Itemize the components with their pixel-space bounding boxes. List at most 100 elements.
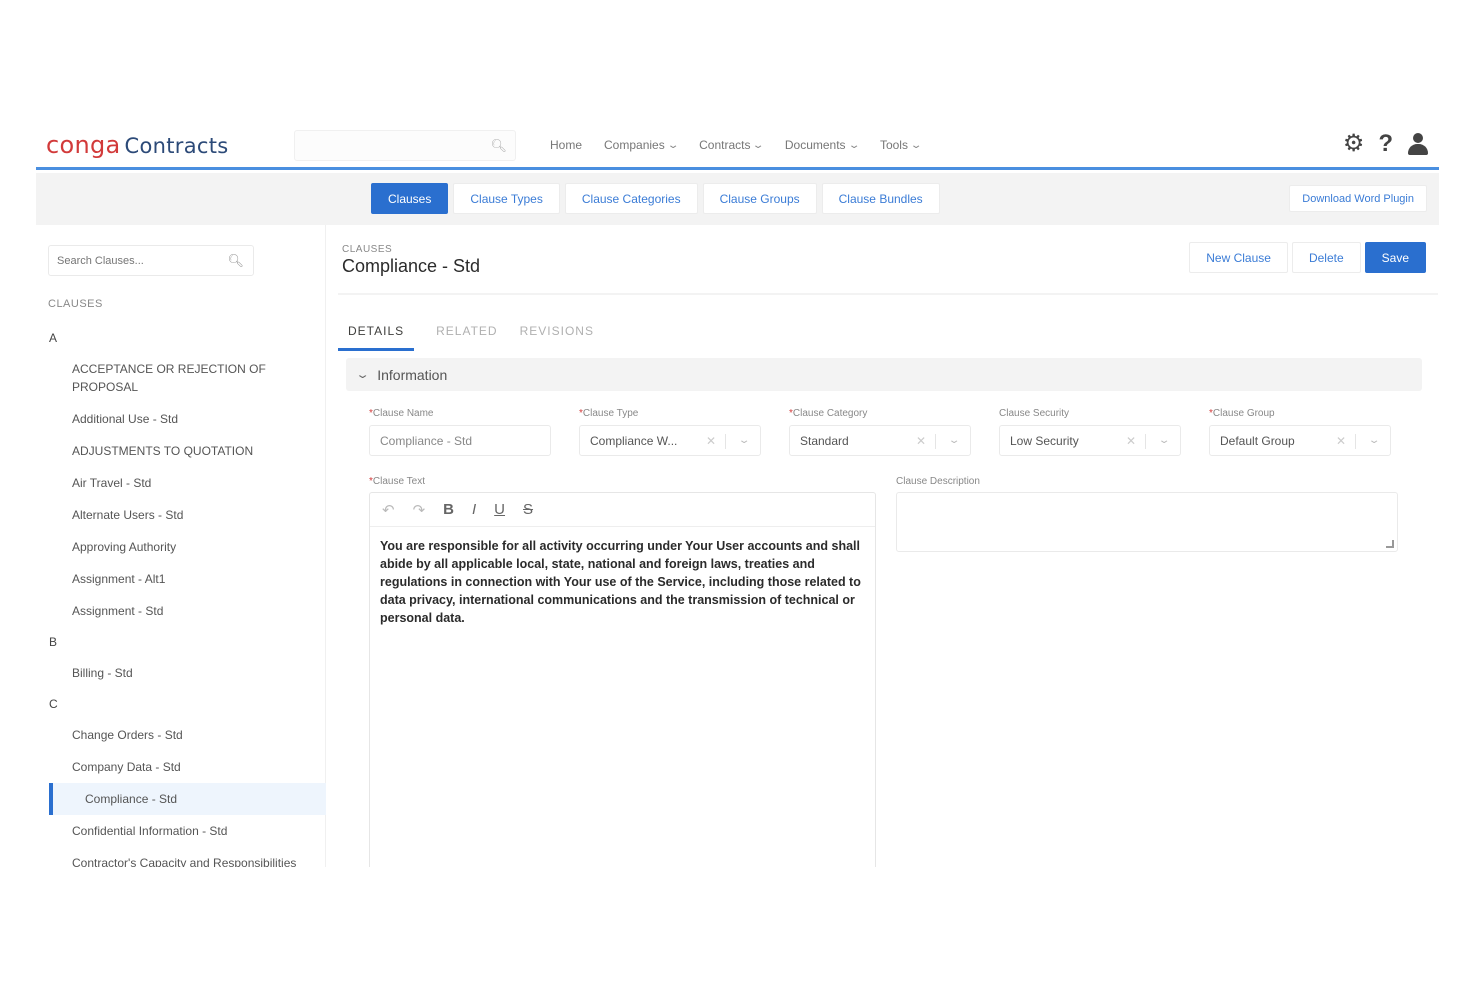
select-value: Compliance W... bbox=[590, 433, 678, 448]
clause-description-label-wrap: Clause Description bbox=[896, 476, 980, 493]
tab-details[interactable]: DETAILS bbox=[338, 324, 415, 351]
global-search-input[interactable]: 🔍︎ bbox=[294, 130, 516, 161]
chevron-down-icon: ⌄ bbox=[752, 139, 765, 151]
subtab-clause-bundles[interactable]: Clause Bundles bbox=[821, 183, 940, 214]
clause-type-select[interactable]: Compliance W... ✕ ⌄ bbox=[579, 425, 761, 456]
detail-tabs: DETAILS RELATED REVISIONS bbox=[338, 324, 594, 351]
letter-heading: C bbox=[49, 697, 58, 711]
information-section-header[interactable]: ⌄ Information bbox=[346, 358, 1422, 391]
nav-home[interactable]: Home bbox=[550, 138, 582, 152]
search-icon[interactable]: 🔍︎ bbox=[227, 253, 244, 269]
logo[interactable]: conga Contracts bbox=[46, 131, 229, 160]
subtab-clause-groups[interactable]: Clause Groups bbox=[702, 183, 817, 214]
clause-list-item[interactable]: Air Travel - Std bbox=[36, 467, 326, 499]
record-actions: New Clause Delete Save bbox=[1189, 242, 1426, 273]
nav-contracts[interactable]: Contracts ⌄ bbox=[699, 138, 765, 152]
field-label: Clause Description bbox=[896, 476, 980, 487]
clause-group-select[interactable]: Default Group ✕ ⌄ bbox=[1209, 425, 1391, 456]
clause-list-item[interactable]: Company Data - Std bbox=[36, 751, 326, 783]
tab-related[interactable]: RELATED bbox=[436, 324, 497, 351]
user-icon[interactable] bbox=[1407, 132, 1429, 156]
clause-list-item-selected[interactable]: Compliance - Std bbox=[49, 783, 326, 815]
subtab-clause-types[interactable]: Clause Types bbox=[453, 183, 560, 214]
resize-handle-icon[interactable] bbox=[1386, 540, 1394, 548]
clause-name-field: *Clause Name Compliance - Std bbox=[369, 408, 551, 456]
new-clause-button[interactable]: New Clause bbox=[1189, 242, 1288, 273]
underline-icon[interactable]: U bbox=[494, 501, 505, 518]
search-icon[interactable]: 🔍︎ bbox=[490, 138, 507, 154]
chevron-down-icon[interactable]: ⌄ bbox=[738, 435, 751, 446]
field-label: *Clause Type bbox=[579, 408, 639, 419]
clear-icon[interactable]: ✕ bbox=[706, 434, 716, 448]
gear-icon[interactable]: ⚙ bbox=[1343, 132, 1365, 156]
chevron-down-icon[interactable]: ⌄ bbox=[948, 435, 961, 446]
letter-heading: A bbox=[49, 331, 58, 345]
subtabs: Clauses Clause Types Clause Categories C… bbox=[371, 183, 940, 214]
clause-search-input[interactable] bbox=[49, 246, 219, 275]
separator bbox=[1145, 434, 1146, 449]
bold-icon[interactable]: B bbox=[443, 501, 454, 518]
nav-companies[interactable]: Companies ⌄ bbox=[604, 138, 679, 152]
sidebar-title: CLAUSES bbox=[48, 298, 103, 310]
nav-documents[interactable]: Documents ⌄ bbox=[784, 138, 861, 152]
field-label: Clause Security bbox=[999, 408, 1070, 419]
nav-tools[interactable]: Tools ⌄ bbox=[879, 138, 923, 152]
save-button[interactable]: Save bbox=[1364, 242, 1426, 273]
clause-list-item[interactable]: Billing - Std bbox=[36, 657, 326, 689]
clause-list-item[interactable]: Assignment - Std bbox=[36, 595, 326, 627]
clause-category-select[interactable]: Standard ✕ ⌄ bbox=[789, 425, 971, 456]
clause-list-item[interactable]: Contractor's Capacity and Responsibiliti… bbox=[36, 847, 326, 867]
select-value: Standard bbox=[800, 433, 849, 448]
clause-list-item[interactable]: Assignment - Alt1 bbox=[36, 563, 326, 595]
clause-detail: CLAUSES Compliance - Std New Clause Dele… bbox=[326, 225, 1439, 867]
nav-label: Companies bbox=[604, 138, 665, 152]
subtab-clause-categories[interactable]: Clause Categories bbox=[564, 183, 698, 214]
chevron-down-icon: ⌄ bbox=[847, 139, 861, 151]
chevron-down-icon[interactable]: ⌄ bbox=[1158, 435, 1171, 446]
delete-button[interactable]: Delete bbox=[1291, 242, 1361, 273]
italic-icon[interactable]: I bbox=[472, 501, 476, 518]
clause-list-item[interactable]: Approving Authority bbox=[36, 531, 326, 563]
nav-label: Documents bbox=[784, 138, 846, 152]
field-label: *Clause Category bbox=[789, 408, 868, 419]
clause-list-item[interactable]: ACCEPTANCE OR REJECTION OF PROPOSAL bbox=[36, 353, 326, 403]
undo-icon[interactable]: ↶ bbox=[382, 501, 395, 519]
main-nav: Home Companies ⌄ Contracts ⌄ Documents ⌄ To… bbox=[550, 138, 923, 152]
subtab-clauses[interactable]: Clauses bbox=[371, 183, 449, 214]
clause-list-item[interactable]: Change Orders - Std bbox=[36, 719, 326, 751]
clause-list: A ACCEPTANCE OR REJECTION OF PROPOSAL Ad… bbox=[36, 323, 326, 867]
field-label: *Clause Name bbox=[369, 408, 434, 419]
redo-icon[interactable]: ↷ bbox=[413, 501, 426, 519]
header-icons: ⚙ ? bbox=[1343, 132, 1429, 156]
clause-security-select[interactable]: Low Security ✕ ⌄ bbox=[999, 425, 1181, 456]
select-value: Low Security bbox=[1010, 433, 1079, 448]
clause-list-item[interactable]: Additional Use - Std bbox=[36, 403, 326, 435]
clause-list-item[interactable]: ADJUSTMENTS TO QUOTATION bbox=[36, 435, 326, 467]
clause-text-editor: ↶ ↷ B I U S You are responsible for all … bbox=[369, 492, 876, 867]
section-title: Information bbox=[377, 366, 448, 383]
clause-list-item[interactable]: Confidential Information - Std bbox=[36, 815, 326, 847]
clause-description-textarea[interactable] bbox=[896, 492, 1398, 552]
clause-list-item[interactable]: Alternate Users - Std bbox=[36, 499, 326, 531]
clear-icon[interactable]: ✕ bbox=[1336, 434, 1346, 448]
field-label: *Clause Group bbox=[1209, 408, 1275, 419]
clause-type-field: *Clause Type Compliance W... ✕ ⌄ bbox=[579, 408, 761, 456]
separator bbox=[1355, 434, 1356, 449]
chevron-down-icon[interactable]: ⌄ bbox=[1368, 435, 1381, 446]
help-icon[interactable]: ? bbox=[1378, 132, 1393, 156]
breadcrumb: CLAUSES bbox=[342, 244, 393, 255]
clause-name-input[interactable]: Compliance - Std bbox=[369, 425, 551, 456]
top-header: conga Contracts 🔍︎ Home Companies ⌄ Contra… bbox=[36, 122, 1439, 170]
download-word-plugin-button[interactable]: Download Word Plugin bbox=[1289, 185, 1427, 212]
clause-text-content[interactable]: You are responsible for all activity occ… bbox=[370, 527, 875, 637]
separator bbox=[725, 434, 726, 449]
clear-icon[interactable]: ✕ bbox=[1126, 434, 1136, 448]
logo-product: Contracts bbox=[124, 134, 229, 158]
editor-toolbar: ↶ ↷ B I U S bbox=[370, 493, 875, 527]
letter-heading: B bbox=[49, 635, 58, 649]
clear-icon[interactable]: ✕ bbox=[916, 434, 926, 448]
tab-revisions[interactable]: REVISIONS bbox=[520, 324, 594, 351]
nav-label: Tools bbox=[879, 138, 908, 152]
strikethrough-icon[interactable]: S bbox=[523, 501, 533, 518]
page-title: Compliance - Std bbox=[342, 256, 481, 276]
